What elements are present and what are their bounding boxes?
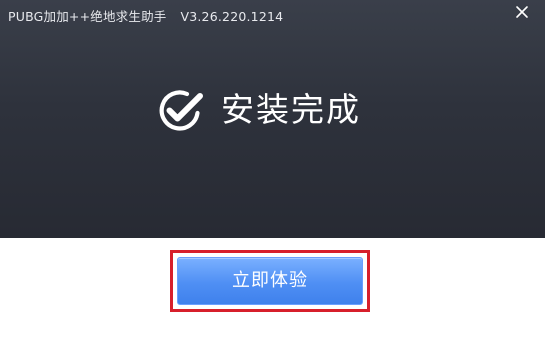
app-title: PUBG加加++绝地求生助手 V3.26.220.1214: [8, 6, 283, 25]
app-name: PUBG加加++绝地求生助手: [8, 9, 167, 24]
header-panel: PUBG加加++绝地求生助手 V3.26.220.1214 安装完成: [0, 0, 545, 238]
install-status: 安装完成: [157, 86, 361, 134]
close-button[interactable]: [513, 3, 531, 21]
status-message: 安装完成: [221, 90, 361, 129]
start-experience-button[interactable]: 立即体验: [177, 257, 363, 305]
app-version: V3.26.220.1214: [180, 9, 284, 24]
title-bar: PUBG加加++绝地求生助手 V3.26.220.1214: [0, 0, 545, 30]
check-circle-icon: [159, 90, 203, 131]
close-icon: [516, 6, 528, 18]
installer-window: PUBG加加++绝地求生助手 V3.26.220.1214 安装完成 立即体验: [0, 0, 545, 339]
